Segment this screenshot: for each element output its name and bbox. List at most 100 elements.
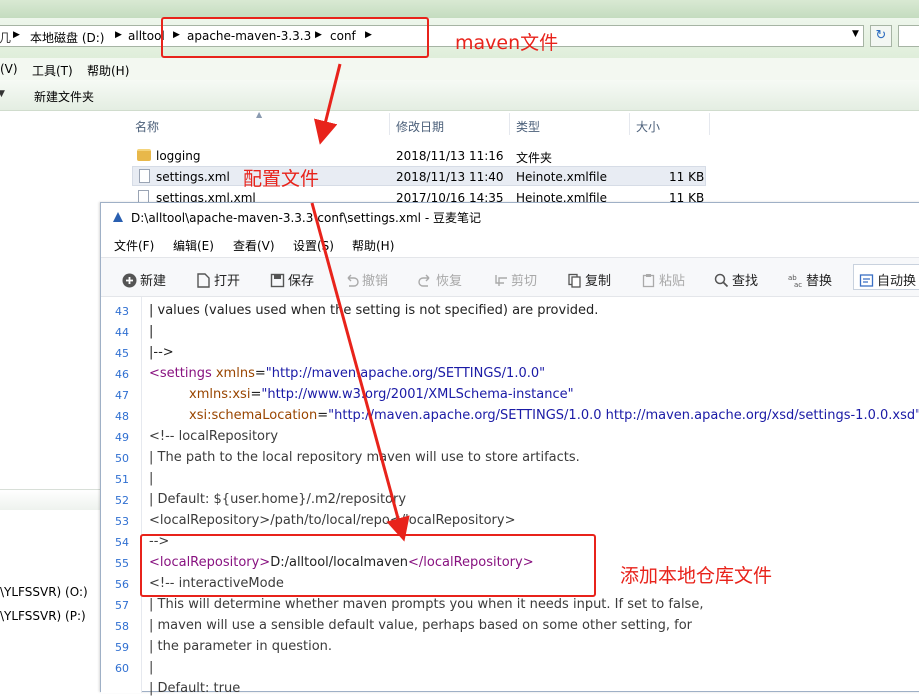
sort-ascending-icon: ▲ [256, 110, 263, 119]
xml-file-icon [139, 169, 150, 183]
code-line-52: | Default: ${user.home}/.m2/repository [149, 492, 407, 507]
column-modified[interactable]: 修改日期 [396, 118, 444, 135]
file-row-settings-xml[interactable]: settings.xml 2018/11/13 11:40 Heinote.xm… [132, 166, 706, 186]
replace-button[interactable]: ab ac 替换 [788, 270, 832, 289]
xml-tag: <settings [149, 366, 212, 381]
menu-file[interactable]: 文件(F) [114, 237, 154, 254]
file-type: Heinote.xmlfile [516, 170, 607, 184]
file-name: settings.xml [156, 170, 230, 184]
new-folder-button[interactable]: 新建文件夹 [34, 88, 94, 105]
plus-circle-icon [122, 273, 137, 288]
code-line-59: | the parameter in question. [149, 639, 333, 654]
computer-icon: 几 [0, 31, 12, 45]
column-divider[interactable] [709, 113, 710, 135]
redo-button[interactable]: 恢复 [418, 270, 462, 289]
refresh-icon[interactable]: ↻ [870, 25, 892, 47]
column-type[interactable]: 类型 [516, 118, 540, 135]
code-line-44: | [149, 324, 154, 339]
paste-label: 粘贴 [659, 274, 686, 289]
code-line-43: | values (values used when the setting i… [149, 303, 599, 318]
explorer-toolbar [0, 80, 919, 111]
autorun-button[interactable]: 自动换 [853, 264, 919, 290]
code-line-50: | The path to the local repository maven… [149, 450, 580, 465]
wrap-icon [859, 274, 874, 287]
editor-toolbar: 新建 打开 保存 撤销 恢复 剪切 复制 粘贴 查找 ab ac 替换 自动换 [101, 257, 919, 297]
annotation-maven-folder: maven文件 [455, 32, 559, 54]
breadcrumb-chevron-icon[interactable]: ▶ [115, 30, 122, 40]
svg-text:ac: ac [794, 281, 802, 288]
annotation-config-file: 配置文件 [243, 168, 320, 190]
search-icon [714, 273, 729, 288]
app-icon [113, 212, 123, 222]
organize-dropdown-icon[interactable]: ▼ [0, 89, 5, 99]
note-editor-window: D:\alltool\apache-maven-3.3.3\conf\setti… [100, 202, 919, 696]
column-size[interactable]: 大小 [636, 118, 660, 135]
copy-icon [568, 273, 581, 288]
new-button[interactable]: 新建 [122, 270, 166, 289]
menu-tools[interactable]: 工具(T) [32, 62, 73, 79]
highlight-box-maven-path [161, 17, 429, 58]
column-divider[interactable] [509, 113, 510, 135]
copy-button[interactable]: 复制 [567, 270, 611, 289]
menu-view[interactable]: (V) [0, 62, 18, 76]
column-divider[interactable] [389, 113, 390, 135]
code-line-48: xsi:schemaLocation="http://maven.apache.… [189, 408, 919, 423]
code-line-46: <settings xmlns="http://maven.apache.org… [149, 366, 545, 381]
editor-title: D:\alltool\apache-maven-3.3.3\conf\setti… [131, 211, 481, 225]
code-line-60: | [149, 660, 154, 675]
cut-button[interactable]: 剪切 [493, 270, 537, 289]
xml-attr: xmlns:xsi [189, 387, 251, 402]
undo-label: 撤销 [362, 274, 389, 289]
open-button[interactable]: 打开 [196, 270, 240, 289]
menu-help[interactable]: 帮助(H) [87, 62, 129, 79]
breadcrumb-alltool[interactable]: alltool [128, 29, 165, 43]
column-name[interactable]: 名称 [135, 118, 159, 135]
paste-button[interactable]: 粘贴 [641, 270, 685, 289]
network-drive-o[interactable]: \YLFSSVR) (O:) [0, 585, 88, 599]
code-line-61: | Default: true [149, 681, 241, 696]
file-name: logging [156, 149, 201, 163]
breadcrumb-chevron-icon: ▶ [13, 30, 20, 40]
cut-icon [495, 275, 507, 286]
menu-edit[interactable]: 编辑(E) [173, 237, 214, 254]
file-type: 文件夹 [516, 151, 553, 165]
network-drive-p[interactable]: \YLFSSVR) (P:) [0, 609, 86, 623]
autorun-label-wrap: 自动换 [859, 270, 916, 289]
code-line-58: | maven will use a sensible default valu… [149, 618, 693, 633]
find-label: 查找 [732, 274, 759, 289]
code-line-57: | This will determine whether maven prom… [149, 597, 704, 612]
save-button[interactable]: 保存 [270, 270, 314, 289]
file-size: 11 KB [669, 170, 705, 184]
column-divider[interactable] [629, 113, 630, 135]
redo-icon [418, 274, 430, 287]
file-row-logging[interactable]: logging 2018/11/13 11:16 文件夹 [132, 146, 706, 166]
menu-settings[interactable]: 设置(S) [293, 237, 334, 254]
editor-titlebar: D:\alltool\apache-maven-3.3.3\conf\setti… [101, 203, 919, 231]
save-icon [270, 273, 285, 288]
undo-icon [347, 274, 359, 287]
address-bar[interactable]: 几 ▶ 本地磁盘 (D:) ▶ alltool ▶ apache-maven-3… [0, 25, 864, 47]
xml-attr: xmlns [211, 366, 255, 381]
find-button[interactable]: 查找 [714, 270, 758, 289]
menu-view[interactable]: 查看(V) [233, 237, 275, 254]
code-line-45: |--> [149, 345, 174, 360]
replace-icon: abac [788, 274, 802, 288]
folder-icon [137, 149, 151, 161]
file-modified: 2018/11/13 11:16 [396, 149, 504, 163]
code-line-51: | [149, 471, 154, 486]
xml-eq: = [317, 408, 329, 423]
autorun-label: 自动换 [877, 274, 917, 289]
address-dropdown-icon[interactable]: ▼ [852, 29, 859, 39]
code-line-47: xmlns:xsi="http://www.w3.org/2001/XMLSch… [189, 387, 574, 402]
breadcrumb-drive-d[interactable]: 本地磁盘 (D:) [30, 29, 104, 46]
undo-button[interactable]: 撤销 [344, 270, 388, 289]
xml-eq: = [254, 366, 266, 381]
editor-menubar: 文件(F) 编辑(E) 查看(V) 设置(S) 帮助(H) [101, 231, 919, 257]
code-area[interactable]: | values (values used when the setting i… [101, 297, 919, 696]
paste-icon [642, 274, 655, 288]
search-input[interactable] [898, 25, 919, 47]
menu-help[interactable]: 帮助(H) [352, 237, 394, 254]
cut-label: 剪切 [511, 274, 538, 289]
xml-value: "http://maven.apache.org/SETTINGS/1.0.0" [265, 366, 546, 381]
replace-label: 替换 [806, 274, 833, 289]
